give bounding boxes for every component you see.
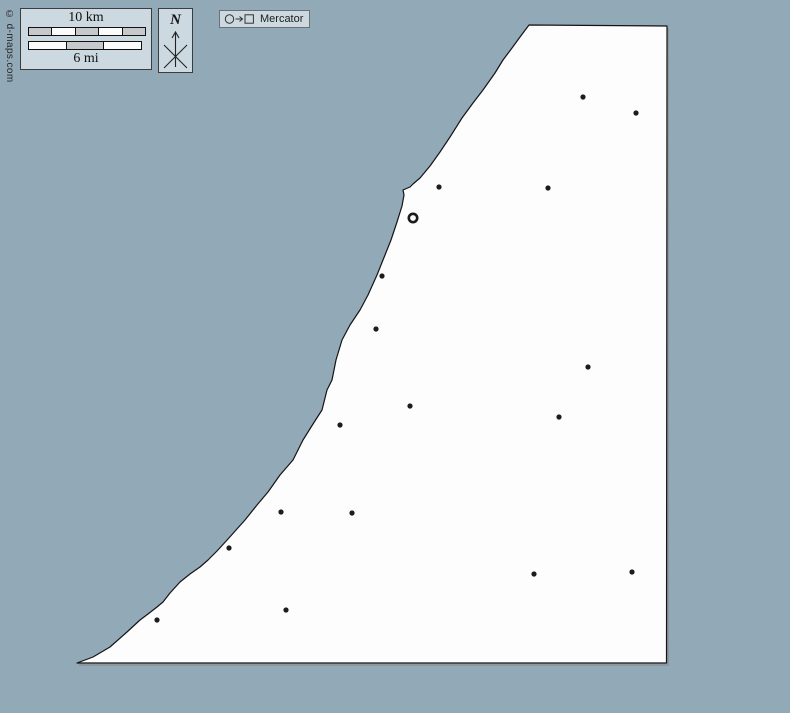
scale-bar-segment bbox=[65, 42, 104, 49]
territory-outline bbox=[76, 24, 668, 664]
city-marker bbox=[379, 273, 385, 279]
projection-transform-icon bbox=[224, 14, 254, 24]
north-arrow-icon bbox=[163, 30, 188, 69]
map-svg bbox=[76, 24, 669, 666]
north-label: N bbox=[170, 12, 181, 28]
city-marker bbox=[349, 510, 355, 516]
city-marker bbox=[407, 403, 413, 409]
city-marker bbox=[226, 545, 232, 551]
city-marker bbox=[556, 414, 562, 420]
compass-rose: N bbox=[158, 8, 193, 73]
square-icon bbox=[244, 14, 254, 24]
scale-bar-segment bbox=[98, 28, 122, 35]
city-marker bbox=[580, 94, 586, 100]
scale-bar-segment bbox=[51, 28, 75, 35]
city-marker bbox=[154, 617, 160, 623]
scale-mi-label: 6 mi bbox=[73, 51, 99, 66]
capital-marker bbox=[407, 212, 419, 224]
city-marker bbox=[585, 364, 591, 370]
city-marker bbox=[373, 326, 379, 332]
scale-bar-segment bbox=[121, 28, 146, 35]
scale-km-bar bbox=[28, 27, 146, 36]
scale-bar: 10 km 6 mi bbox=[20, 8, 152, 70]
projection-legend: Mercator bbox=[219, 10, 311, 28]
scale-km-label: 10 km bbox=[68, 10, 104, 25]
city-marker bbox=[633, 110, 639, 116]
city-marker bbox=[629, 569, 635, 575]
city-marker bbox=[531, 571, 537, 577]
scale-bar-segment bbox=[74, 28, 99, 35]
copyright-attribution: © d-maps.com bbox=[4, 9, 15, 83]
city-marker bbox=[545, 185, 551, 191]
city-marker bbox=[278, 509, 284, 515]
scale-mi-bar bbox=[28, 41, 142, 50]
projection-label: Mercator bbox=[260, 13, 304, 25]
circle-icon bbox=[224, 14, 235, 24]
city-marker bbox=[283, 607, 289, 613]
scale-bar-segment bbox=[103, 42, 142, 49]
map-canvas: © d-maps.com 10 km 6 mi N Mercator bbox=[0, 0, 790, 713]
scale-bar-segment bbox=[29, 28, 52, 35]
city-marker bbox=[436, 184, 442, 190]
scale-bar-segment bbox=[29, 42, 66, 49]
city-marker bbox=[337, 422, 343, 428]
